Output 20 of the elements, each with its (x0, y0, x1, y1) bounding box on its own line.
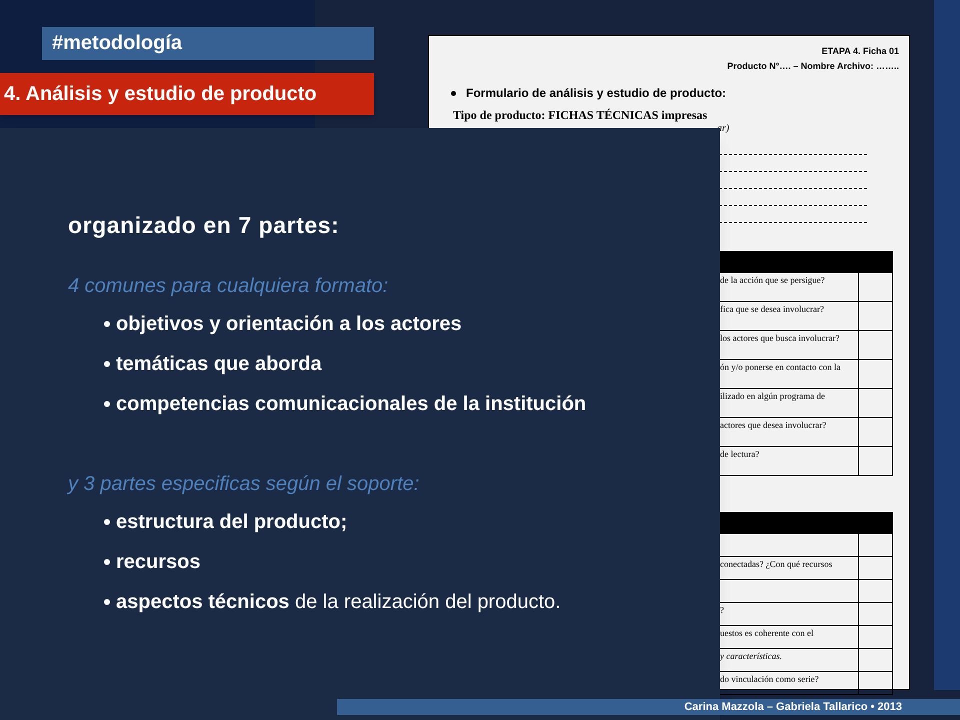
group-intro: 4 comunes para cualquiera formato: (68, 274, 390, 298)
footer-bar: Carina Mazzola – Gabriela Tallarico • 2013 (337, 699, 960, 715)
bullet-icon (104, 598, 110, 604)
section-tag: #metodología (42, 27, 374, 60)
section-title: 4. Análisis y estudio de producto (0, 73, 374, 115)
document-header-text: ETAPA 4. Ficha 01 (822, 45, 899, 58)
bullet-item: estructura del producto; (116, 510, 348, 534)
bullet-icon (451, 90, 456, 96)
document-header-text: Producto N°…. – Nombre Archivo: …….. (727, 60, 899, 73)
group-intro: y 3 partes especificas según el soporte: (68, 472, 420, 496)
bullet-icon (104, 320, 110, 326)
product-type-text: Tipo de producto: FICHAS TÉCNICAS impresas (452, 108, 708, 122)
bullet-icon (104, 558, 110, 564)
bullet-item: recursos (116, 550, 200, 574)
form-heading: Formulario de análisis y estudio de producto: (466, 85, 726, 102)
bullet-icon (104, 518, 110, 524)
panel-heading: organizado en 7 partes: (68, 211, 340, 240)
bullet-item: temáticas que aborda (116, 352, 322, 376)
bullet-icon (104, 360, 110, 366)
bullet-icon (104, 400, 110, 406)
